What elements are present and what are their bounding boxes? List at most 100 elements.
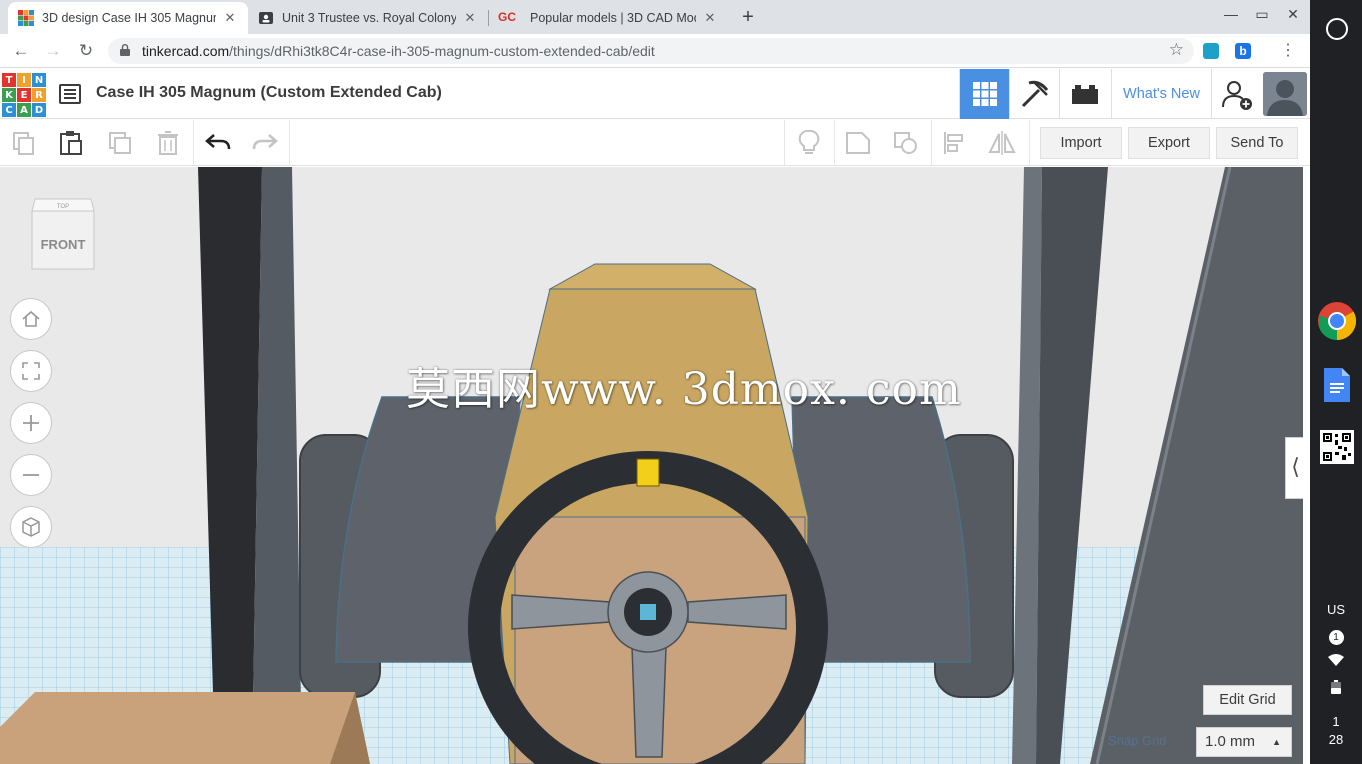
import-button[interactable]: Import bbox=[1040, 127, 1122, 159]
steering-wheel-marker bbox=[636, 458, 660, 487]
forward-arrow-icon[interactable]: → bbox=[42, 40, 64, 62]
grid-view-icon bbox=[972, 82, 997, 106]
tab-popular-models[interactable]: GC Popular models | 3D CAD Model ✕ bbox=[488, 2, 728, 34]
pickaxe-icon bbox=[1021, 80, 1048, 108]
bookmark-star-icon[interactable]: ☆ bbox=[1169, 40, 1184, 60]
avatar[interactable] bbox=[1263, 72, 1307, 116]
snap-grid-value: 1.0 mm bbox=[1205, 733, 1256, 750]
shapes-panel-toggle[interactable]: ⟨ bbox=[1285, 437, 1303, 499]
tinkercad-header: T I N K E R C A D Case IH 305 Magnum (Cu… bbox=[0, 69, 1310, 119]
new-tab-icon[interactable]: + bbox=[738, 6, 758, 29]
bricks-view-button[interactable] bbox=[1059, 69, 1109, 119]
logo-letter: K bbox=[2, 88, 16, 102]
export-button[interactable]: Export bbox=[1128, 127, 1210, 159]
delete-button[interactable] bbox=[153, 128, 183, 158]
edit-grid-button[interactable]: Edit Grid bbox=[1203, 685, 1292, 715]
snap-grid-label: Snap Grid bbox=[1108, 733, 1167, 748]
mirror-button[interactable] bbox=[987, 128, 1017, 158]
cloud-extension-icon[interactable] bbox=[1203, 43, 1219, 59]
battery-glyph-icon bbox=[1331, 680, 1341, 694]
chrome-menu-icon[interactable]: ⋮ bbox=[1277, 40, 1299, 62]
reload-icon[interactable]: ↻ bbox=[75, 40, 97, 62]
back-arrow-icon[interactable]: ← bbox=[10, 40, 32, 62]
watermark-text: 莫西网www. 3dmox. com bbox=[406, 364, 962, 415]
tab-title: 3D design Case IH 305 Magnum bbox=[42, 11, 216, 25]
lightbulb-icon bbox=[798, 129, 820, 154]
browser-window: 3D design Case IH 305 Magnum ✕ Unit 3 Tr… bbox=[0, 0, 1310, 764]
snap-grid-select[interactable]: 1.0 mm ▲ bbox=[1196, 727, 1292, 757]
minimize-icon[interactable]: — bbox=[1222, 6, 1240, 26]
add-user-icon bbox=[1221, 81, 1252, 110]
chrome-app-icon[interactable] bbox=[1316, 300, 1358, 342]
close-tab-icon[interactable]: ✕ bbox=[222, 10, 238, 26]
cube-perspective-icon bbox=[22, 517, 40, 537]
fit-view-button[interactable] bbox=[10, 350, 52, 392]
tinkercad-favicon-icon bbox=[18, 10, 34, 26]
redo-icon bbox=[252, 134, 278, 150]
tab-tinkercad-design[interactable]: 3D design Case IH 305 Magnum ✕ bbox=[8, 2, 248, 34]
address-bar[interactable]: tinkercad.com/things/dRhi3tk8C4r-case-ih… bbox=[108, 38, 1194, 64]
bitly-extension-icon[interactable]: b bbox=[1235, 43, 1251, 59]
duplicate-button[interactable] bbox=[105, 128, 135, 158]
google-docs-app-icon[interactable] bbox=[1316, 364, 1358, 406]
paste-button[interactable] bbox=[56, 128, 86, 158]
wifi-glyph-icon bbox=[1328, 654, 1344, 666]
browser-toolbar: ← → ↻ tinkercad.com/things/dRhi3tk8C4r-c… bbox=[0, 34, 1310, 68]
logo-letter: D bbox=[32, 103, 46, 117]
launcher-icon[interactable] bbox=[1326, 18, 1348, 40]
tinkercad-logo[interactable]: T I N K E R C A D bbox=[2, 73, 46, 117]
close-tab-icon[interactable]: ✕ bbox=[462, 10, 478, 26]
whats-new-link[interactable]: What's New bbox=[1111, 69, 1211, 119]
blocks-view-button[interactable] bbox=[1009, 69, 1059, 119]
undo-icon bbox=[205, 134, 231, 150]
qr-code-icon bbox=[1320, 430, 1354, 464]
3d-view-button[interactable] bbox=[959, 69, 1009, 119]
group-icon bbox=[846, 132, 870, 154]
send-to-button[interactable]: Send To bbox=[1216, 127, 1298, 159]
notification-badge[interactable]: 1 bbox=[1310, 628, 1362, 645]
redo-button[interactable] bbox=[250, 128, 280, 158]
undo-button[interactable] bbox=[203, 128, 233, 158]
home-view-button[interactable] bbox=[10, 298, 52, 340]
chrome-logo-icon bbox=[1318, 302, 1357, 341]
add-user-button[interactable] bbox=[1211, 69, 1261, 119]
view-cube-front-label: FRONT bbox=[41, 237, 86, 252]
view-cube[interactable]: TOP FRONT bbox=[30, 197, 96, 273]
ungroup-icon bbox=[894, 132, 917, 154]
tab-title: Popular models | 3D CAD Model bbox=[530, 11, 696, 25]
zoom-out-button[interactable] bbox=[10, 454, 52, 496]
perspective-button[interactable] bbox=[10, 506, 52, 548]
group-button[interactable] bbox=[843, 128, 873, 158]
view-cube-top-label: TOP bbox=[57, 204, 69, 210]
notification-count: 1 bbox=[1328, 630, 1344, 645]
steering-spoke-bottom bbox=[631, 646, 667, 758]
clock-hour[interactable]: 1 bbox=[1310, 714, 1362, 729]
notes-button[interactable] bbox=[794, 128, 824, 158]
url-path: /things/dRhi3tk8C4r-case-ih-305-magnum-c… bbox=[229, 43, 655, 59]
qr-code-app-icon[interactable] bbox=[1316, 426, 1358, 468]
steering-hub-cap bbox=[640, 604, 656, 620]
zoom-in-button[interactable] bbox=[10, 402, 52, 444]
toolbar-divider bbox=[289, 120, 290, 166]
restore-window-icon[interactable]: ▭ bbox=[1253, 6, 1271, 26]
toolbar-divider bbox=[784, 120, 785, 166]
ungroup-button[interactable] bbox=[891, 128, 921, 158]
workplane-viewport[interactable]: 莫西网www. 3dmox. com TOP FRONT ⟨ Edit Grid… bbox=[0, 167, 1303, 764]
tab-unit-3[interactable]: Unit 3 Trustee vs. Royal Colony ✕ bbox=[248, 2, 488, 34]
clock-minute[interactable]: 28 bbox=[1310, 732, 1362, 747]
close-window-icon[interactable]: ✕ bbox=[1284, 6, 1302, 26]
align-button[interactable] bbox=[940, 128, 970, 158]
design-title[interactable]: Case IH 305 Magnum (Custom Extended Cab) bbox=[96, 84, 442, 102]
home-icon bbox=[22, 310, 40, 327]
toolbar-divider bbox=[193, 120, 194, 166]
close-tab-icon[interactable]: ✕ bbox=[702, 10, 718, 26]
trash-icon bbox=[158, 131, 178, 155]
design-list-icon[interactable] bbox=[59, 84, 81, 104]
classroom-favicon-icon bbox=[259, 12, 273, 24]
wifi-icon[interactable] bbox=[1310, 654, 1362, 669]
3d-scene[interactable] bbox=[0, 167, 1303, 764]
battery-icon[interactable] bbox=[1310, 680, 1362, 697]
clipboard-icon bbox=[60, 131, 82, 155]
copy-button[interactable] bbox=[9, 128, 39, 158]
input-method-indicator[interactable]: US bbox=[1310, 602, 1362, 617]
